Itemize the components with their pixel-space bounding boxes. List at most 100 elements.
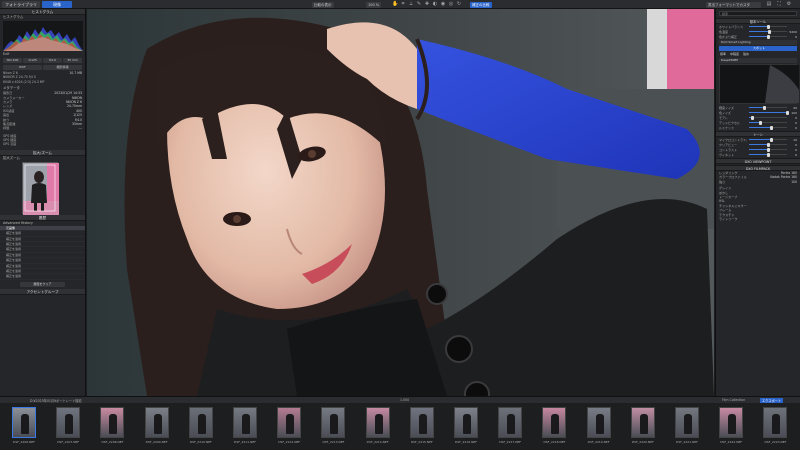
tab-photo-library[interactable]: フォトライブラリ — [2, 1, 40, 8]
filmstrip-thumbnail[interactable] — [100, 407, 125, 438]
mask-icon[interactable]: ◐ — [432, 2, 438, 7]
panel-toggle-icon[interactable]: ▤ — [766, 2, 772, 7]
left-footer-header[interactable]: アクセントグループ — [0, 288, 85, 295]
slider-row[interactable]: 色かぶり補正 0 — [716, 34, 800, 39]
film-row[interactable]: 強さ 100 — [716, 180, 800, 184]
filmstrip-item[interactable]: DSF_2210.NEF — [181, 407, 221, 447]
filmstrip-filename: DSF_2220.NEF — [631, 440, 654, 444]
exif-button[interactable]: EXIF — [3, 65, 42, 70]
filmstrip-item[interactable]: DSF_2206.NEF — [4, 407, 44, 447]
filmstrip-thumbnail[interactable] — [454, 407, 478, 438]
filmstrip-item[interactable]: DSF_2209.NEF — [137, 407, 177, 447]
clear-history-button[interactable]: 履歴をクリア — [20, 281, 65, 287]
filmstrip-item[interactable]: DSF_2215.NEF — [402, 407, 442, 447]
filmstrip-thumbnail[interactable] — [321, 407, 346, 438]
search-input[interactable]: 検索 — [719, 11, 797, 16]
crop-icon[interactable]: ⌗ — [400, 2, 406, 7]
filmstrip: DSF_2206.NEF DSF_2207.NEF DSF_2208.NEF DSF_… — [0, 403, 800, 450]
filmstrip-item[interactable]: DSF_2219.NEF — [579, 407, 619, 447]
histogram-graph — [3, 27, 83, 51]
iso-chip: ISO 400 — [3, 58, 22, 63]
image-count: 1,000 — [400, 398, 410, 402]
shooting-info-button[interactable]: 撮影情報 — [43, 65, 82, 70]
local-adjust-icon[interactable]: ◎ — [448, 2, 454, 7]
eyedropper-icon[interactable]: ✎ — [416, 2, 422, 7]
filmstrip-thumbnail[interactable] — [365, 407, 390, 438]
slider-row[interactable]: ヴィネット 0 — [716, 152, 800, 157]
filmstrip-thumbnail[interactable] — [12, 407, 36, 438]
person-figure — [109, 414, 118, 434]
filmstrip-filename: DSF_2223.NEF — [764, 440, 787, 444]
filmstrip-item[interactable]: DSF_2221.NEF — [667, 407, 707, 447]
loupe-label: 拡大ズーム — [3, 155, 20, 160]
radio-strong[interactable]: 強め — [743, 52, 749, 57]
fullscreen-icon[interactable]: ⛶ — [776, 2, 782, 7]
repair-icon[interactable]: ✚ — [424, 2, 430, 7]
filmstrip-filename: DSF_2217.NEF — [499, 440, 522, 444]
filmstrip-thumbnail[interactable] — [498, 407, 523, 438]
filmstrip-thumbnail[interactable] — [586, 407, 611, 438]
compare-button[interactable]: 比較の表示 — [312, 1, 334, 8]
filmstrip-thumbnail[interactable] — [675, 407, 699, 438]
hand-tool-icon[interactable]: ✋ — [392, 2, 398, 7]
export-format-button[interactable]: 書出フォーマットでカスタ — [706, 1, 761, 8]
focal-chip: 35 mm — [63, 58, 82, 63]
navigator-thumbnail[interactable] — [22, 161, 59, 215]
filmstrip-thumbnail[interactable] — [409, 407, 434, 438]
spot-mode-button[interactable]: スポット — [719, 46, 797, 51]
denoise-preset[interactable]: DeepPRIME — [719, 58, 797, 63]
filmstrip-filename: DSF_2214.NEF — [366, 440, 389, 444]
filmstrip-filename: DSF_2210.NEF — [189, 440, 212, 444]
filmstrip-thumbnail[interactable] — [763, 407, 788, 438]
filmstrip-thumbnail[interactable] — [233, 407, 257, 438]
filmstrip-item[interactable]: DSF_2218.NEF — [534, 407, 574, 447]
filmstrip-item[interactable]: DSF_2213.NEF — [313, 407, 353, 447]
filmstrip-item[interactable]: DSF_2208.NEF — [92, 407, 132, 447]
filmstrip-item[interactable]: DSF_2211.NEF — [225, 407, 265, 447]
filmstrip-item[interactable]: DSF_2214.NEF — [358, 407, 398, 447]
person-figure — [418, 414, 427, 434]
filmstrip-filename: DSF_2208.NEF — [101, 440, 124, 444]
histogram — [3, 21, 83, 51]
filmstrip-thumbnail[interactable] — [56, 407, 81, 438]
settings-icon[interactable]: ⚙ — [786, 2, 792, 7]
history-item[interactable]: 補正を適用 — [0, 274, 85, 280]
viewpoint-header[interactable]: DXO VIEWPOINT — [716, 158, 800, 164]
radio-standard[interactable]: 標準 — [720, 52, 726, 57]
person-figure — [374, 414, 383, 434]
filmstrip-filename: DSF_2212.NEF — [278, 440, 301, 444]
film-collection-label[interactable]: Film Collection — [722, 398, 745, 402]
red-eye-icon[interactable]: ◉ — [440, 2, 446, 7]
zoom-select[interactable]: 100 % — [366, 1, 382, 8]
filmstrip-toolbar: D:¥2023年01月¥ポートレート撮影 1,000 Film Collecti… — [0, 396, 800, 404]
person-figure — [197, 414, 206, 434]
image-viewer[interactable] — [87, 9, 714, 396]
left-panel: ヒストグラム ヒストグラム ExIf ISO 400 1/125 f/4.0 3… — [0, 9, 86, 396]
rotate-icon[interactable]: ↻ — [456, 2, 462, 7]
filmstrip-item[interactable]: DSF_2220.NEF — [623, 407, 663, 447]
filmstrip-item[interactable]: DSF_2212.NEF — [269, 407, 309, 447]
smart-lighting-preset[interactable]: DxO Smart Lighting — [719, 40, 797, 45]
filmstrip-item[interactable]: DSF_2223.NEF — [755, 407, 795, 447]
tool-row[interactable]: ライトリーク — [716, 217, 800, 221]
filmstrip-filename: DSF_2222.NEF — [720, 440, 743, 444]
filmstrip-item[interactable]: DSF_2217.NEF — [490, 407, 530, 447]
filmstrip-thumbnail[interactable] — [542, 407, 567, 438]
filmstrip-item[interactable]: DSF_2216.NEF — [446, 407, 486, 447]
correction-compare-button[interactable]: 補正の比較 — [470, 1, 492, 8]
filmstrip-thumbnail[interactable] — [719, 407, 744, 438]
filmstrip-item[interactable]: DSF_2207.NEF — [48, 407, 88, 447]
filmstrip-thumbnail[interactable] — [277, 407, 302, 438]
strength-radio-group[interactable]: 標準 中程度 強め — [716, 52, 800, 57]
filmstrip-thumbnail[interactable] — [630, 407, 655, 438]
filmstrip-item[interactable]: DSF_2222.NEF — [711, 407, 751, 447]
filmstrip-thumbnail[interactable] — [188, 407, 213, 438]
filmstrip-filename: DSF_2219.NEF — [587, 440, 610, 444]
person-figure — [65, 414, 74, 434]
tab-develop[interactable]: 現像 — [42, 1, 72, 8]
radio-medium[interactable]: 中程度 — [730, 52, 739, 57]
slider-row[interactable]: ルミナンス 0 — [716, 125, 800, 130]
denoise-preview[interactable] — [719, 64, 799, 104]
filmstrip-thumbnail[interactable] — [144, 407, 169, 438]
straighten-icon[interactable]: ⟂ — [408, 2, 414, 7]
